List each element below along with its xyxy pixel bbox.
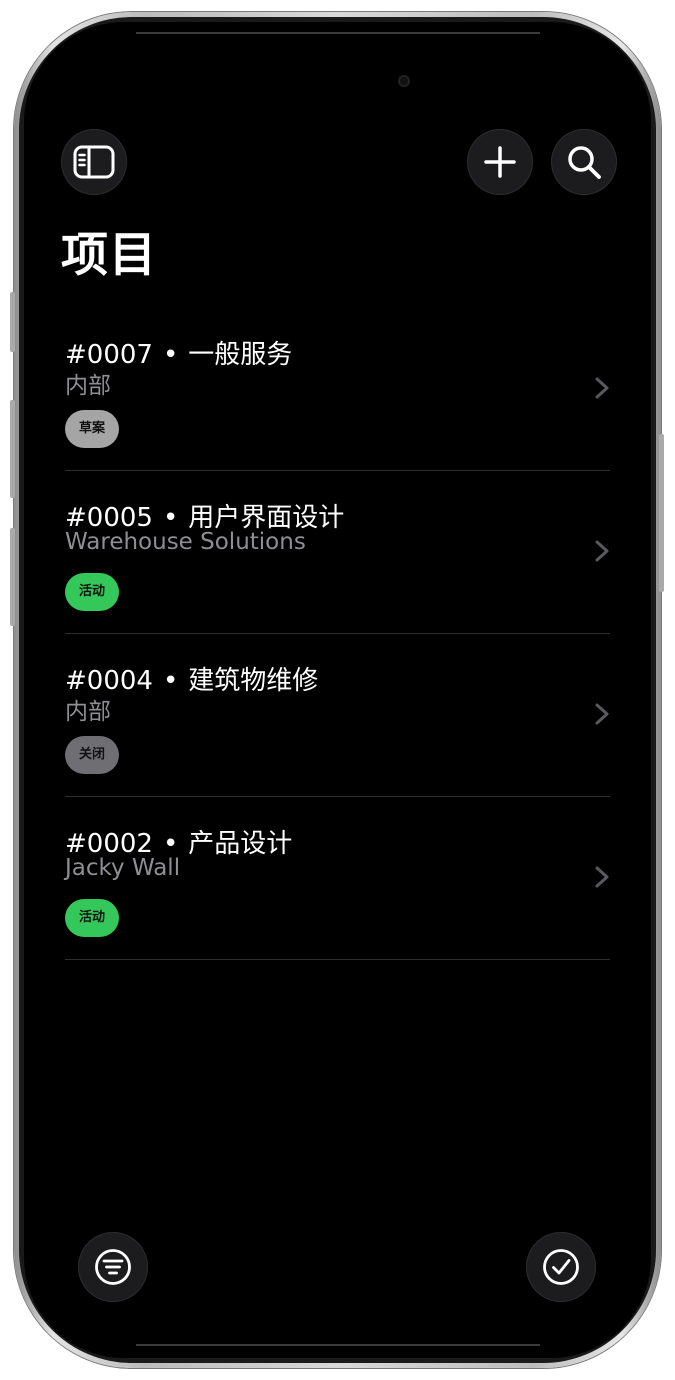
search-icon	[566, 144, 602, 180]
status-badge: 活动	[65, 899, 120, 937]
sidebar-toggle-button[interactable]	[61, 129, 127, 195]
project-name: 一般服务	[188, 340, 293, 370]
project-row[interactable]: #0004 • 建筑物维修 内部 关闭	[65, 634, 610, 797]
checkmark-circle-icon	[542, 1248, 580, 1286]
chevron-right-icon	[594, 376, 610, 400]
project-row[interactable]: #0007 • 一般服务 内部 草案	[65, 308, 610, 471]
chevron-right-icon	[594, 702, 610, 726]
filter-icon	[94, 1248, 132, 1286]
chevron-right-icon	[594, 539, 610, 563]
plus-icon	[483, 145, 517, 179]
bottom-edge	[136, 1344, 540, 1346]
top-edge	[136, 32, 540, 34]
filter-button[interactable]	[78, 1232, 148, 1302]
page-title: 项目	[61, 228, 157, 283]
project-list: #0007 • 一般服务 内部 草案 #0005 • 用户界面设计 Warehouse …	[65, 308, 610, 960]
status-badge: 关闭	[65, 736, 120, 774]
project-client: Warehouse Solutions	[65, 529, 306, 555]
title-separator: •	[162, 666, 179, 696]
app-screen: 项目 #0007 • 一般服务 内部 草案 #0005 • 用户界面设计 Warehou…	[24, 22, 651, 1358]
add-project-button[interactable]	[467, 129, 533, 195]
volume-down-button	[10, 528, 15, 626]
chevron-right-icon	[594, 865, 610, 889]
sidebar-icon	[73, 145, 115, 179]
action-button	[10, 292, 15, 352]
volume-up-button	[10, 400, 15, 498]
project-client: 内部	[65, 699, 111, 725]
project-row[interactable]: #0005 • 用户界面设计 Warehouse Solutions 活动	[65, 471, 610, 634]
select-button[interactable]	[526, 1232, 596, 1302]
title-separator: •	[162, 340, 179, 370]
search-button[interactable]	[551, 129, 617, 195]
status-badge: 草案	[65, 410, 120, 448]
status-badge: 活动	[65, 573, 120, 611]
front-camera	[398, 75, 410, 87]
project-name: 建筑物维修	[188, 666, 319, 696]
project-client: Jacky Wall	[65, 855, 181, 881]
project-client: 内部	[65, 373, 111, 399]
power-button	[659, 434, 664, 592]
project-name: 产品设计	[188, 829, 293, 859]
project-row[interactable]: #0002 • 产品设计 Jacky Wall 活动	[65, 797, 610, 960]
